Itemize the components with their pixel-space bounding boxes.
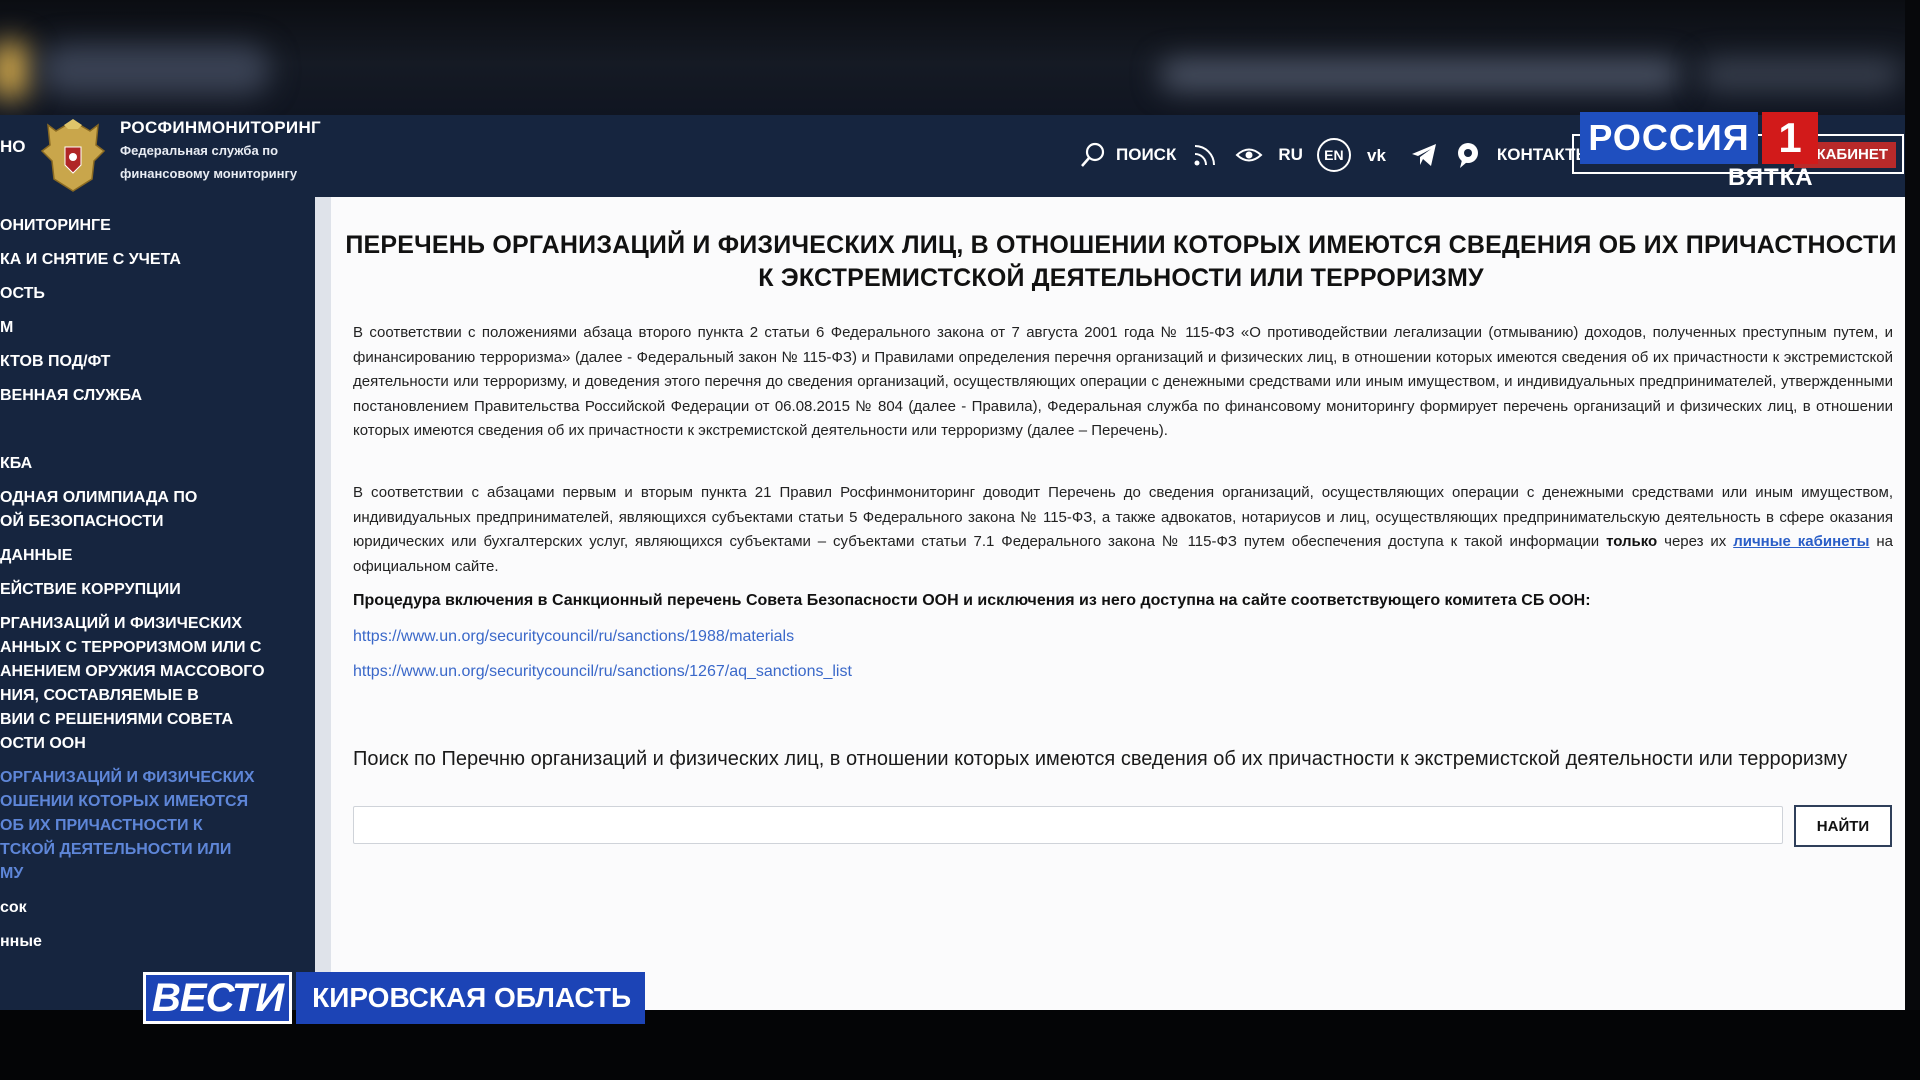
- search-icon: [1081, 142, 1105, 167]
- distribution-text-mid: через их: [1657, 533, 1734, 550]
- page-title: ПЕРЕЧЕНЬ ОРГАНИЗАЦИЙ И ФИЗИЧЕСКИХ ЛИЦ, В…: [331, 229, 1911, 295]
- org-subtitle-1: Федеральная служба по: [120, 143, 279, 158]
- page-title-line-1: ПЕРЕЧЕНЬ ОРГАНИЗАЦИЙ И ФИЗИЧЕСКИХ ЛИЦ, В…: [345, 231, 1897, 259]
- news-lower-third: ВЕСТИ КИРОВСКАЯ ОБЛАСТЬ: [143, 972, 646, 1024]
- personal-cabinets-link[interactable]: личные кабинеты: [1733, 533, 1869, 550]
- find-button[interactable]: НАЙТИ: [1794, 805, 1892, 847]
- lang-ru[interactable]: RU: [1278, 145, 1303, 165]
- chat-icon[interactable]: [1453, 140, 1483, 170]
- tv-channel-region: ВЯТКА: [1728, 164, 1814, 191]
- sidebar-item[interactable]: сок: [0, 896, 27, 920]
- sidebar-item[interactable]: ВЕННАЯ СЛУЖБА: [0, 384, 142, 408]
- blurred-logo: [0, 40, 30, 100]
- news-region: КИРОВСКАЯ ОБЛАСТЬ: [296, 972, 646, 1024]
- search-input[interactable]: [353, 806, 1783, 844]
- news-logo-text: ВЕСТИ: [146, 975, 290, 1021]
- sidebar-item[interactable]: М: [0, 316, 13, 340]
- sidebar: ОНИТОРИНГЕ КА И СНЯТИЕ С УЧЕТА ОСТЬ М КТ…: [0, 197, 315, 1010]
- tv-channel-name: РОССИЯ: [1580, 112, 1758, 164]
- sidebar-item-active[interactable]: ОРГАНИЗАЦИЙ И ФИЗИЧЕСКИХ ОШЕНИИ КОТОРЫХ …: [0, 766, 255, 886]
- frame-edge: [1905, 0, 1920, 1080]
- blurred-icons: [1160, 60, 1680, 90]
- lang-en[interactable]: EN: [1316, 138, 1351, 172]
- coat-of-arms-icon[interactable]: [38, 117, 108, 195]
- intro-paragraph: В соответствии с положениями абзаца втор…: [353, 324, 1893, 439]
- org-name-block[interactable]: РОСФИНМОНИТОРИНГ Федеральная служба по ф…: [120, 117, 321, 185]
- rss-icon[interactable]: [1190, 140, 1220, 170]
- search-link-label: ПОИСК: [1116, 145, 1177, 164]
- tv-channel-logo: РОССИЯ 1 ВЯТКА: [1580, 112, 1900, 192]
- un-procedure-note: Процедура включения в Санкционный перече…: [353, 592, 1591, 609]
- search-label: Поиск по Перечню организаций и физически…: [353, 748, 1848, 770]
- tv-channel-number: 1: [1762, 112, 1818, 164]
- nav-fragment[interactable]: НО: [0, 137, 26, 157]
- sidebar-item[interactable]: ЕЙСТВИЕ КОРРУПЦИИ: [0, 578, 181, 602]
- blurred-browser-bar: [0, 0, 1920, 115]
- sidebar-item[interactable]: ОНИТОРИНГЕ: [0, 214, 111, 238]
- org-subtitle-2: финансовому мониторингу: [120, 166, 298, 181]
- eye-icon[interactable]: [1234, 140, 1264, 170]
- blurred-text: [40, 45, 270, 95]
- vk-icon[interactable]: vk: [1365, 140, 1395, 170]
- blurred-text-right: [1700, 60, 1900, 90]
- sidebar-item[interactable]: РГАНИЗАЦИЙ И ФИЗИЧЕСКИХ АННЫХ С ТЕРРОРИЗ…: [0, 612, 265, 756]
- main-content: ПЕРЕЧЕНЬ ОРГАНИЗАЦИЙ И ФИЗИЧЕСКИХ ЛИЦ, В…: [331, 197, 1905, 1010]
- sidebar-item[interactable]: ОДНАЯ ОЛИМПИАДА ПО ОЙ БЕЗОПАСНОСТИ: [0, 486, 197, 534]
- emphasis-only: только: [1606, 533, 1658, 550]
- sidebar-item[interactable]: КТОВ ПОД/ФТ: [0, 350, 110, 374]
- svg-text:vk: vk: [1367, 146, 1386, 165]
- news-logo: ВЕСТИ: [143, 972, 293, 1024]
- org-title: РОСФИНМОНИТОРИНГ: [120, 118, 321, 137]
- telegram-icon[interactable]: [1409, 140, 1439, 170]
- un-sanctions-link-1988[interactable]: https://www.un.org/securitycouncil/ru/sa…: [353, 628, 794, 646]
- divider: [315, 197, 331, 1010]
- distribution-paragraph: В соответствии с абзацами первым и вторы…: [353, 481, 1893, 579]
- sidebar-item[interactable]: нные: [0, 930, 42, 954]
- header-tools: ПОИСК RU EN vk КОНТАКТЫ: [1078, 133, 1592, 177]
- sidebar-item[interactable]: КБА: [0, 452, 32, 476]
- sidebar-item[interactable]: ОСТЬ: [0, 282, 45, 306]
- page-title-line-2: К ЭКСТРЕМИСТСКОЙ ДЕЯТЕЛЬНОСТИ ИЛИ ТЕРРОР…: [758, 264, 1484, 292]
- search-link[interactable]: ПОИСК: [1078, 140, 1176, 170]
- sidebar-item[interactable]: ДАННЫЕ: [0, 544, 72, 568]
- un-sanctions-link-1267[interactable]: https://www.un.org/securitycouncil/ru/sa…: [353, 663, 852, 681]
- sidebar-item[interactable]: КА И СНЯТИЕ С УЧЕТА: [0, 248, 181, 272]
